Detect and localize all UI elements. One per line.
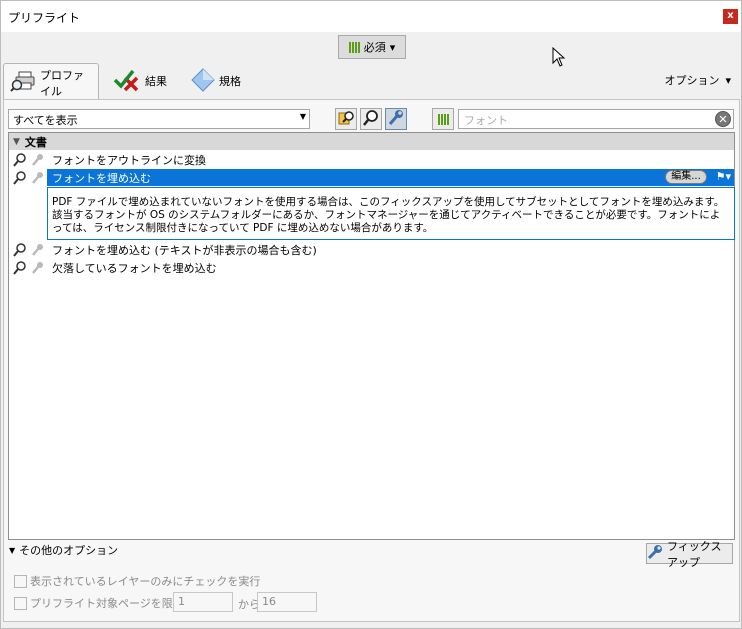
diamond-icon bbox=[191, 67, 215, 95]
list-item-label: フォントを埋め込む (テキストが非表示の場合も含む) bbox=[52, 243, 317, 257]
magnifier-icon bbox=[12, 170, 28, 186]
fixup-button-label: フィックスアップ bbox=[667, 539, 722, 569]
more-options-toggle[interactable]: ▼ その他のオプション bbox=[9, 542, 118, 558]
hand-magnifier-icon bbox=[337, 109, 355, 130]
tab-standards[interactable]: 規格 bbox=[185, 63, 247, 99]
preflight-window: プリフライト x 必須 ▾ プロファイル 結果 規格 オプション ▾ すべてを表… bbox=[0, 0, 742, 629]
tree-group-document[interactable]: ▼ 文書 bbox=[9, 133, 734, 150]
mouse-cursor-icon bbox=[552, 46, 566, 70]
checkbox[interactable] bbox=[14, 574, 27, 588]
fixups-filter-button[interactable] bbox=[385, 108, 407, 130]
fixup-button[interactable]: フィックスアップ bbox=[646, 540, 733, 569]
tab-results[interactable]: 結果 bbox=[107, 63, 173, 99]
magnifier-icon bbox=[362, 109, 380, 130]
list-item[interactable]: フォントをアウトラインに変換 bbox=[9, 151, 734, 168]
select-profiles-button[interactable] bbox=[335, 108, 357, 130]
tab-results-label: 結果 bbox=[145, 75, 167, 88]
search-placeholder: フォント bbox=[464, 114, 508, 127]
bars-icon bbox=[437, 113, 449, 125]
wrench-icon bbox=[30, 242, 46, 258]
chevron-down-icon: ▾ bbox=[725, 73, 731, 87]
filter-select[interactable]: すべてを表示 ▼ bbox=[8, 109, 310, 129]
list-item-selected[interactable]: フォントを埋め込む 編集... ⚑▾ bbox=[9, 169, 734, 186]
close-button[interactable]: x bbox=[723, 9, 738, 24]
expand-triangle-icon: ▼ bbox=[9, 545, 16, 555]
magnifier-icon bbox=[12, 242, 28, 258]
search-input[interactable]: フォント ✕ bbox=[458, 109, 734, 129]
more-options-label: その他のオプション bbox=[19, 544, 119, 557]
chevron-down-icon: ▾ bbox=[389, 40, 396, 54]
edit-button[interactable]: 編集... bbox=[665, 170, 707, 184]
wrench-icon bbox=[30, 260, 46, 276]
check-visible-layers-option[interactable]: 表示されているレイヤーのみにチェックを実行 bbox=[14, 573, 260, 589]
wrench-icon bbox=[647, 544, 663, 563]
from-page-field[interactable]: 1 bbox=[173, 592, 233, 612]
filter-button-label: 必須 bbox=[363, 41, 386, 54]
printer-magnifier-icon bbox=[10, 69, 36, 96]
title-bar: プリフライト x bbox=[1, 1, 741, 32]
list-item-label: フォントをアウトラインに変換 bbox=[52, 153, 206, 167]
wrench-icon bbox=[387, 109, 405, 130]
flag-menu-icon[interactable]: ⚑▾ bbox=[716, 170, 731, 183]
list-item[interactable]: 欠落しているフォントを埋め込む bbox=[9, 259, 734, 276]
wrench-icon bbox=[30, 170, 46, 186]
to-page-field[interactable]: 16 bbox=[257, 592, 317, 612]
tab-standards-label: 規格 bbox=[219, 75, 241, 88]
item-description: PDF ファイルで埋め込まれていないフォントを使用する場合は、このフィックスアッ… bbox=[47, 187, 735, 240]
checkmark-x-icon bbox=[113, 68, 141, 95]
limit-pages-option[interactable]: プリフライト対象ページを限定： bbox=[14, 595, 195, 611]
clear-search-icon[interactable]: ✕ bbox=[715, 111, 731, 127]
options-menu-label: オプション bbox=[664, 74, 720, 87]
expand-triangle-icon[interactable]: ▼ bbox=[13, 137, 20, 147]
magnifier-icon bbox=[12, 152, 28, 168]
window-title: プリフライト bbox=[8, 11, 81, 25]
list-item[interactable]: フォントを埋め込む (テキストが非表示の場合も含む) bbox=[9, 241, 734, 258]
checkbox[interactable] bbox=[14, 596, 27, 610]
analyze-button[interactable] bbox=[360, 108, 382, 130]
bars-icon bbox=[348, 41, 360, 53]
required-filter-button[interactable] bbox=[432, 108, 454, 130]
list-item-label: フォントを埋め込む bbox=[52, 171, 151, 185]
filter-button[interactable]: 必須 ▾ bbox=[338, 35, 406, 59]
profile-tree: ▼ 文書 フォントをアウトラインに変換 フォントを埋め込む 編集... ⚑▾ P… bbox=[8, 132, 735, 540]
options-menu[interactable]: オプション ▾ bbox=[664, 72, 731, 88]
magnifier-icon bbox=[12, 260, 28, 276]
filter-select-value: すべてを表示 bbox=[13, 114, 78, 127]
dropdown-arrow-icon: ▼ bbox=[299, 112, 306, 121]
wrench-icon bbox=[30, 152, 46, 168]
check-visible-layers-label: 表示されているレイヤーのみにチェックを実行 bbox=[30, 575, 261, 588]
tab-profiles-label: プロファイル bbox=[40, 68, 84, 98]
group-label: 文書 bbox=[24, 135, 47, 149]
list-item-label: 欠落しているフォントを埋め込む bbox=[52, 261, 217, 275]
limit-pages-label: プリフライト対象ページを限定： bbox=[30, 597, 195, 610]
tab-profiles[interactable]: プロファイル bbox=[3, 63, 99, 101]
